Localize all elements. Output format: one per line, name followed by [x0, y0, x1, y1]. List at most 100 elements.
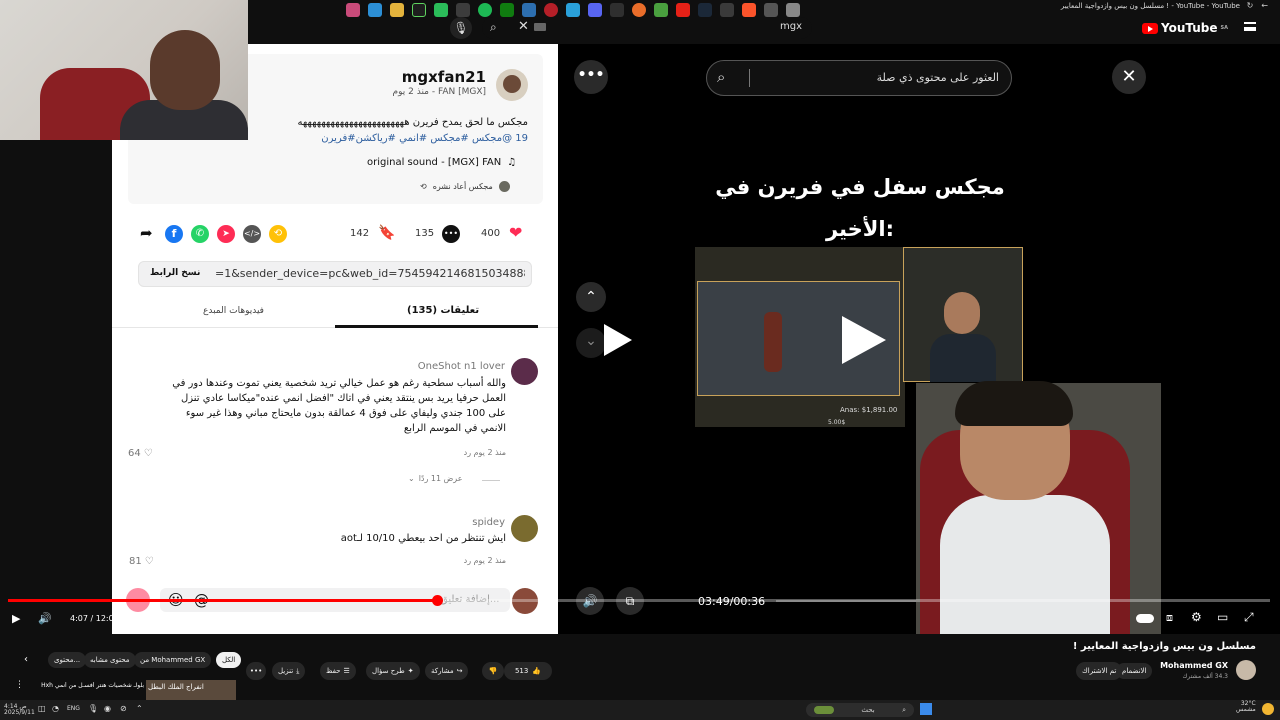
comment-username[interactable]: spidey	[472, 517, 505, 528]
spotify-icon[interactable]	[478, 3, 492, 17]
like-button[interactable]: 513 👍	[504, 662, 552, 680]
chrome-icon[interactable]	[632, 3, 646, 17]
embed-code-icon[interactable]: </>	[243, 225, 261, 243]
related-search-input[interactable]: ⌕ العثور على محتوى ذي صلة	[706, 60, 1012, 96]
tab-comments[interactable]: تعليقات (135)	[407, 305, 479, 316]
author-avatar[interactable]	[496, 69, 528, 101]
taskbar-app-icon[interactable]	[346, 3, 360, 17]
ask-button[interactable]: طرح سؤال ✦	[366, 662, 420, 680]
tab-creator-videos[interactable]: فيديوهات المبدع	[203, 306, 264, 316]
back-arrow-icon[interactable]: ←	[1261, 1, 1268, 10]
autoplay-toggle-icon[interactable]	[1136, 614, 1154, 623]
taskbar-app-icon[interactable]	[610, 3, 624, 17]
search-icon[interactable]: ⌕	[717, 68, 725, 86]
previous-video-chevron-up-icon[interactable]: ⌃	[576, 282, 606, 312]
share-button[interactable]: مشاركة ↪	[425, 662, 469, 680]
taskbar-app-icon[interactable]	[654, 3, 668, 17]
notifications-icon[interactable]: ◫	[38, 704, 46, 713]
taskbar-app-icon[interactable]	[368, 3, 382, 17]
start-windows-icon[interactable]	[920, 703, 932, 715]
youtube-play-icon[interactable]: ▶	[12, 612, 20, 625]
taskbar-app-icon[interactable]	[544, 3, 558, 17]
weather-widget[interactable]: 32°C مشمس	[1236, 701, 1256, 713]
taskbar-app-icon[interactable]	[786, 3, 800, 17]
comment-avatar[interactable]	[511, 358, 538, 385]
miniplayer-icon[interactable]: ▭	[1217, 610, 1228, 624]
wifi-icon[interactable]: ◔	[52, 704, 59, 713]
close-icon[interactable]: ✕	[1112, 60, 1146, 94]
taskbar-app-icon[interactable]	[456, 3, 470, 17]
whatsapp-share-icon[interactable]: ✆	[191, 225, 209, 243]
comment-like[interactable]: 81 ♡	[129, 556, 154, 567]
chip-all[interactable]: الكل	[216, 652, 242, 668]
comment-like[interactable]: 64 ♡	[128, 448, 153, 459]
refresh-icon[interactable]: ↻	[1247, 1, 1254, 10]
youtube-scrubber-handle[interactable]	[432, 595, 443, 606]
fullscreen-icon[interactable]: ⤢	[1244, 610, 1254, 625]
language-indicator[interactable]: ENG	[67, 705, 80, 712]
recommended-title[interactable]: بلولـ شخصيات هنتر أفسـل من أنمي Hxh	[40, 682, 144, 689]
sound-link[interactable]: original sound - [MGX] FAN ♫	[367, 157, 516, 168]
channel-name[interactable]: Mohammed GX	[1160, 661, 1228, 670]
chip-more[interactable]: محتوى...	[48, 652, 87, 668]
taskbar-app-icon[interactable]	[764, 3, 778, 17]
more-actions-icon[interactable]: •••	[246, 662, 266, 680]
keyboard-icon[interactable]	[534, 23, 546, 31]
tray-app-icon[interactable]: ⊘	[120, 704, 127, 713]
subscribed-button[interactable]: تم الاشتراك	[1076, 662, 1123, 680]
youtube-volume-icon[interactable]: 🔊	[38, 612, 52, 625]
heart-like-icon[interactable]: ❤	[509, 223, 522, 242]
taskbar-app-icon[interactable]	[720, 3, 734, 17]
view-replies-button[interactable]: ⌄ عرض 11 ردًا	[408, 474, 463, 483]
window-controls[interactable]: ↻ ←	[1247, 1, 1268, 10]
caption-hashtags[interactable]: 19 @مجكس #مجكس #انمي #رياكشن#فريرن	[250, 133, 528, 144]
steam-icon[interactable]	[698, 3, 712, 17]
obs-icon[interactable]	[412, 3, 426, 17]
taskbar-app-icon[interactable]	[434, 3, 448, 17]
tray-app-icon[interactable]: ◉	[104, 704, 111, 713]
comment-avatar[interactable]	[511, 515, 538, 542]
facebook-share-icon[interactable]: f	[165, 225, 183, 243]
channel-avatar[interactable]	[1236, 660, 1256, 680]
microphone-tray-icon[interactable]: 🎙	[88, 704, 98, 713]
chips-chevron-left-icon[interactable]: ‹	[24, 654, 28, 665]
hamburger-menu-icon[interactable]	[1244, 22, 1256, 31]
chip-from-channel[interactable]: من Mohammed GX	[134, 652, 212, 668]
discord-icon[interactable]	[588, 3, 602, 17]
comment-icon[interactable]: •••	[442, 225, 460, 243]
likes-count: 400	[481, 228, 501, 239]
dislike-button[interactable]: 👎	[482, 662, 504, 680]
subtitles-icon[interactable]: ⧈	[1166, 611, 1173, 625]
save-button[interactable]: حفظ ☰	[320, 662, 356, 680]
recommended-thumbnail[interactable]: انفراج الملك البطل	[146, 680, 236, 700]
send-to-friend-icon[interactable]: ➤	[217, 225, 235, 243]
tray-overflow-chevron-up-icon[interactable]: ⌃	[136, 704, 143, 713]
author-name[interactable]: mgxfan21	[402, 68, 486, 86]
clear-search-icon[interactable]: ✕	[518, 19, 529, 34]
download-button[interactable]: تنزيل ⤓	[272, 662, 306, 680]
taskbar-app-icon[interactable]	[522, 3, 536, 17]
youtube-center-play-icon[interactable]	[604, 324, 632, 356]
youtube-logo[interactable]: YouTube SA	[1142, 21, 1228, 35]
youtube-app-icon[interactable]	[676, 3, 690, 17]
share-arrow-icon[interactable]: ➦	[140, 224, 156, 242]
xbox-icon[interactable]	[500, 3, 514, 17]
next-video-chevron-down-icon[interactable]: ⌄	[576, 328, 606, 358]
taskbar-search[interactable]: بحث ⌕	[806, 703, 914, 717]
settings-gear-icon[interactable]: ⚙	[1191, 610, 1202, 624]
comment-username[interactable]: OneShot n1 lover	[418, 361, 505, 372]
search-icon[interactable]: ⌕	[490, 20, 497, 35]
voice-search-button[interactable]: 🎙	[450, 17, 472, 39]
clock[interactable]: 4:14 ص 2025/9/11	[4, 704, 35, 716]
more-options-icon[interactable]: •••	[574, 60, 608, 94]
search-input[interactable]: ⌕ ✕ mgx	[482, 17, 812, 39]
bookmark-icon[interactable]: 🔖	[378, 225, 395, 241]
file-explorer-icon[interactable]	[390, 3, 404, 17]
chip-similar[interactable]: محتوى مشابه	[84, 652, 136, 668]
recommended-more-icon[interactable]: ⋮	[15, 680, 24, 690]
telegram-icon[interactable]	[566, 3, 580, 17]
brave-icon[interactable]	[742, 3, 756, 17]
copy-link-button[interactable]: نسخ الرابط	[150, 268, 200, 278]
video-play-icon[interactable]	[842, 316, 886, 364]
repost-share-icon[interactable]: ⟲	[269, 225, 287, 243]
